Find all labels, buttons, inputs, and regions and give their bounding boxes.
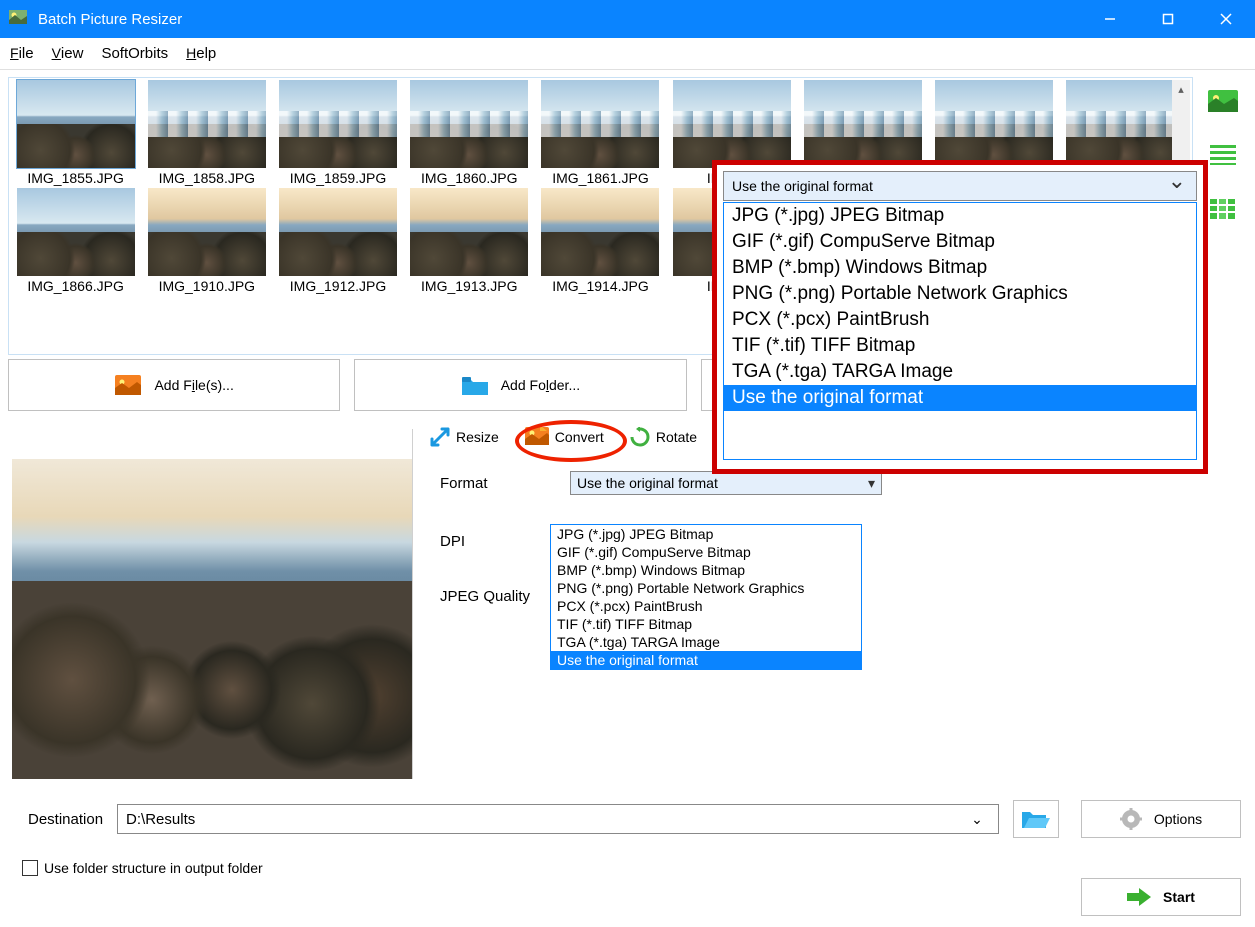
view-thumbnails-icon[interactable]	[1199, 78, 1247, 124]
format-combo[interactable]: Use the original format	[570, 471, 882, 495]
thumbnail-label: IMG_1855.JPG	[27, 168, 124, 186]
resize-icon	[430, 427, 450, 447]
tab-convert[interactable]: Convert	[525, 427, 604, 447]
format-option[interactable]: PCX (*.pcx) PaintBrush	[551, 597, 861, 615]
menubar: File View SoftOrbits Help	[0, 38, 1255, 70]
start-arrow-icon	[1127, 888, 1151, 906]
format-option[interactable]: JPG (*.jpg) JPEG Bitmap	[551, 525, 861, 543]
format-option[interactable]: TIF (*.tif) TIFF Bitmap	[551, 615, 861, 633]
format-option[interactable]: Use the original format	[551, 651, 861, 669]
format-dropdown-callout: Use the original format JPG (*.jpg) JPEG…	[712, 160, 1208, 474]
folder-open-icon	[1022, 808, 1050, 830]
thumbnail-item[interactable]: IMG_1913.JPG	[405, 188, 534, 294]
maximize-button[interactable]	[1139, 0, 1197, 38]
format-option[interactable]: PCX (*.pcx) PaintBrush	[724, 307, 1196, 333]
thumbnail-item[interactable]: IMG_1866.JPG	[11, 188, 140, 294]
chevron-down-icon[interactable]: ⌄	[967, 804, 987, 834]
format-option[interactable]: TGA (*.tga) TARGA Image	[724, 359, 1196, 385]
scroll-up-icon[interactable]: ▴	[1172, 80, 1190, 98]
app-icon	[8, 9, 28, 29]
thumbnail-label: IMG_1866.JPG	[27, 276, 124, 294]
thumbnail-item[interactable]: IMG_1859.JPG	[273, 80, 402, 186]
close-button[interactable]	[1197, 0, 1255, 38]
gear-icon	[1120, 808, 1142, 830]
format-option[interactable]: TIF (*.tif) TIFF Bitmap	[724, 333, 1196, 359]
menu-view[interactable]: View	[52, 45, 84, 62]
folder-structure-checkbox[interactable]	[22, 860, 38, 876]
options-button[interactable]: Options	[1081, 800, 1241, 838]
preview-image	[12, 459, 412, 779]
format-option[interactable]: GIF (*.gif) CompuServe Bitmap	[724, 229, 1196, 255]
folder-structure-label: Use folder structure in output folder	[44, 860, 263, 876]
thumbnail-label: IMG_1860.JPG	[421, 168, 518, 186]
thumbnail-item[interactable]: IMG_1910.JPG	[142, 188, 271, 294]
format-dropdown-list[interactable]: JPG (*.jpg) JPEG BitmapGIF (*.gif) Compu…	[550, 524, 862, 670]
destination-input[interactable]	[117, 804, 999, 834]
format-option[interactable]: PNG (*.png) Portable Network Graphics	[551, 579, 861, 597]
titlebar: Batch Picture Resizer	[0, 0, 1255, 38]
thumbnail-item[interactable]: IMG_1861.JPG	[536, 80, 665, 186]
menu-softorbits[interactable]: SoftOrbits	[101, 45, 168, 62]
format-combo-large[interactable]: Use the original format	[723, 171, 1197, 201]
add-files-button[interactable]: Add File(s)...	[8, 359, 340, 411]
menu-file[interactable]: File	[10, 45, 34, 62]
thumbnail-label: IMG_1858.JPG	[159, 168, 256, 186]
thumbnail-label: IMG_1912.JPG	[290, 276, 387, 294]
minimize-button[interactable]	[1081, 0, 1139, 38]
menu-help[interactable]: Help	[186, 45, 216, 62]
format-option[interactable]: JPG (*.jpg) JPEG Bitmap	[724, 203, 1196, 229]
thumbnail-label: IMG_1910.JPG	[159, 276, 256, 294]
tab-rotate[interactable]: Rotate	[630, 427, 697, 447]
convert-icon	[525, 427, 549, 447]
thumbnail-label: IMG_1913.JPG	[421, 276, 518, 294]
format-option[interactable]: PNG (*.png) Portable Network Graphics	[724, 281, 1196, 307]
add-folder-label: Add Folder...	[501, 377, 580, 393]
thumbnail-label: IMG_1859.JPG	[290, 168, 387, 186]
destination-label: Destination	[28, 811, 103, 828]
format-option[interactable]: BMP (*.bmp) Windows Bitmap	[551, 561, 861, 579]
format-dropdown-list-large[interactable]: JPG (*.jpg) JPEG BitmapGIF (*.gif) Compu…	[723, 202, 1197, 460]
tab-resize[interactable]: Resize	[430, 427, 499, 447]
format-option[interactable]: Use the original format	[724, 385, 1196, 411]
browse-folder-button[interactable]	[1013, 800, 1059, 838]
format-label: Format	[440, 475, 570, 492]
format-option[interactable]: GIF (*.gif) CompuServe Bitmap	[551, 543, 861, 561]
thumbnail-item[interactable]: IMG_1860.JPG	[405, 80, 534, 186]
format-option[interactable]: BMP (*.bmp) Windows Bitmap	[724, 255, 1196, 281]
folder-icon	[461, 374, 489, 396]
thumbnail-item[interactable]: IMG_1855.JPG	[11, 80, 140, 186]
thumbnail-item[interactable]: IMG_1914.JPG	[536, 188, 665, 294]
thumbnail-item[interactable]: IMG_1858.JPG	[142, 80, 271, 186]
thumbnail-label: IMG_1861.JPG	[552, 168, 649, 186]
thumbnail-label: IMG_1914.JPG	[552, 276, 649, 294]
rotate-icon	[630, 427, 650, 447]
picture-icon	[114, 374, 142, 396]
format-option[interactable]: TGA (*.tga) TARGA Image	[551, 633, 861, 651]
window-title: Batch Picture Resizer	[38, 11, 182, 28]
start-button[interactable]: Start	[1081, 878, 1241, 916]
add-folder-button[interactable]: Add Folder...	[354, 359, 686, 411]
add-files-label: Add File(s)...	[154, 377, 233, 393]
thumbnail-item[interactable]: IMG_1912.JPG	[273, 188, 402, 294]
